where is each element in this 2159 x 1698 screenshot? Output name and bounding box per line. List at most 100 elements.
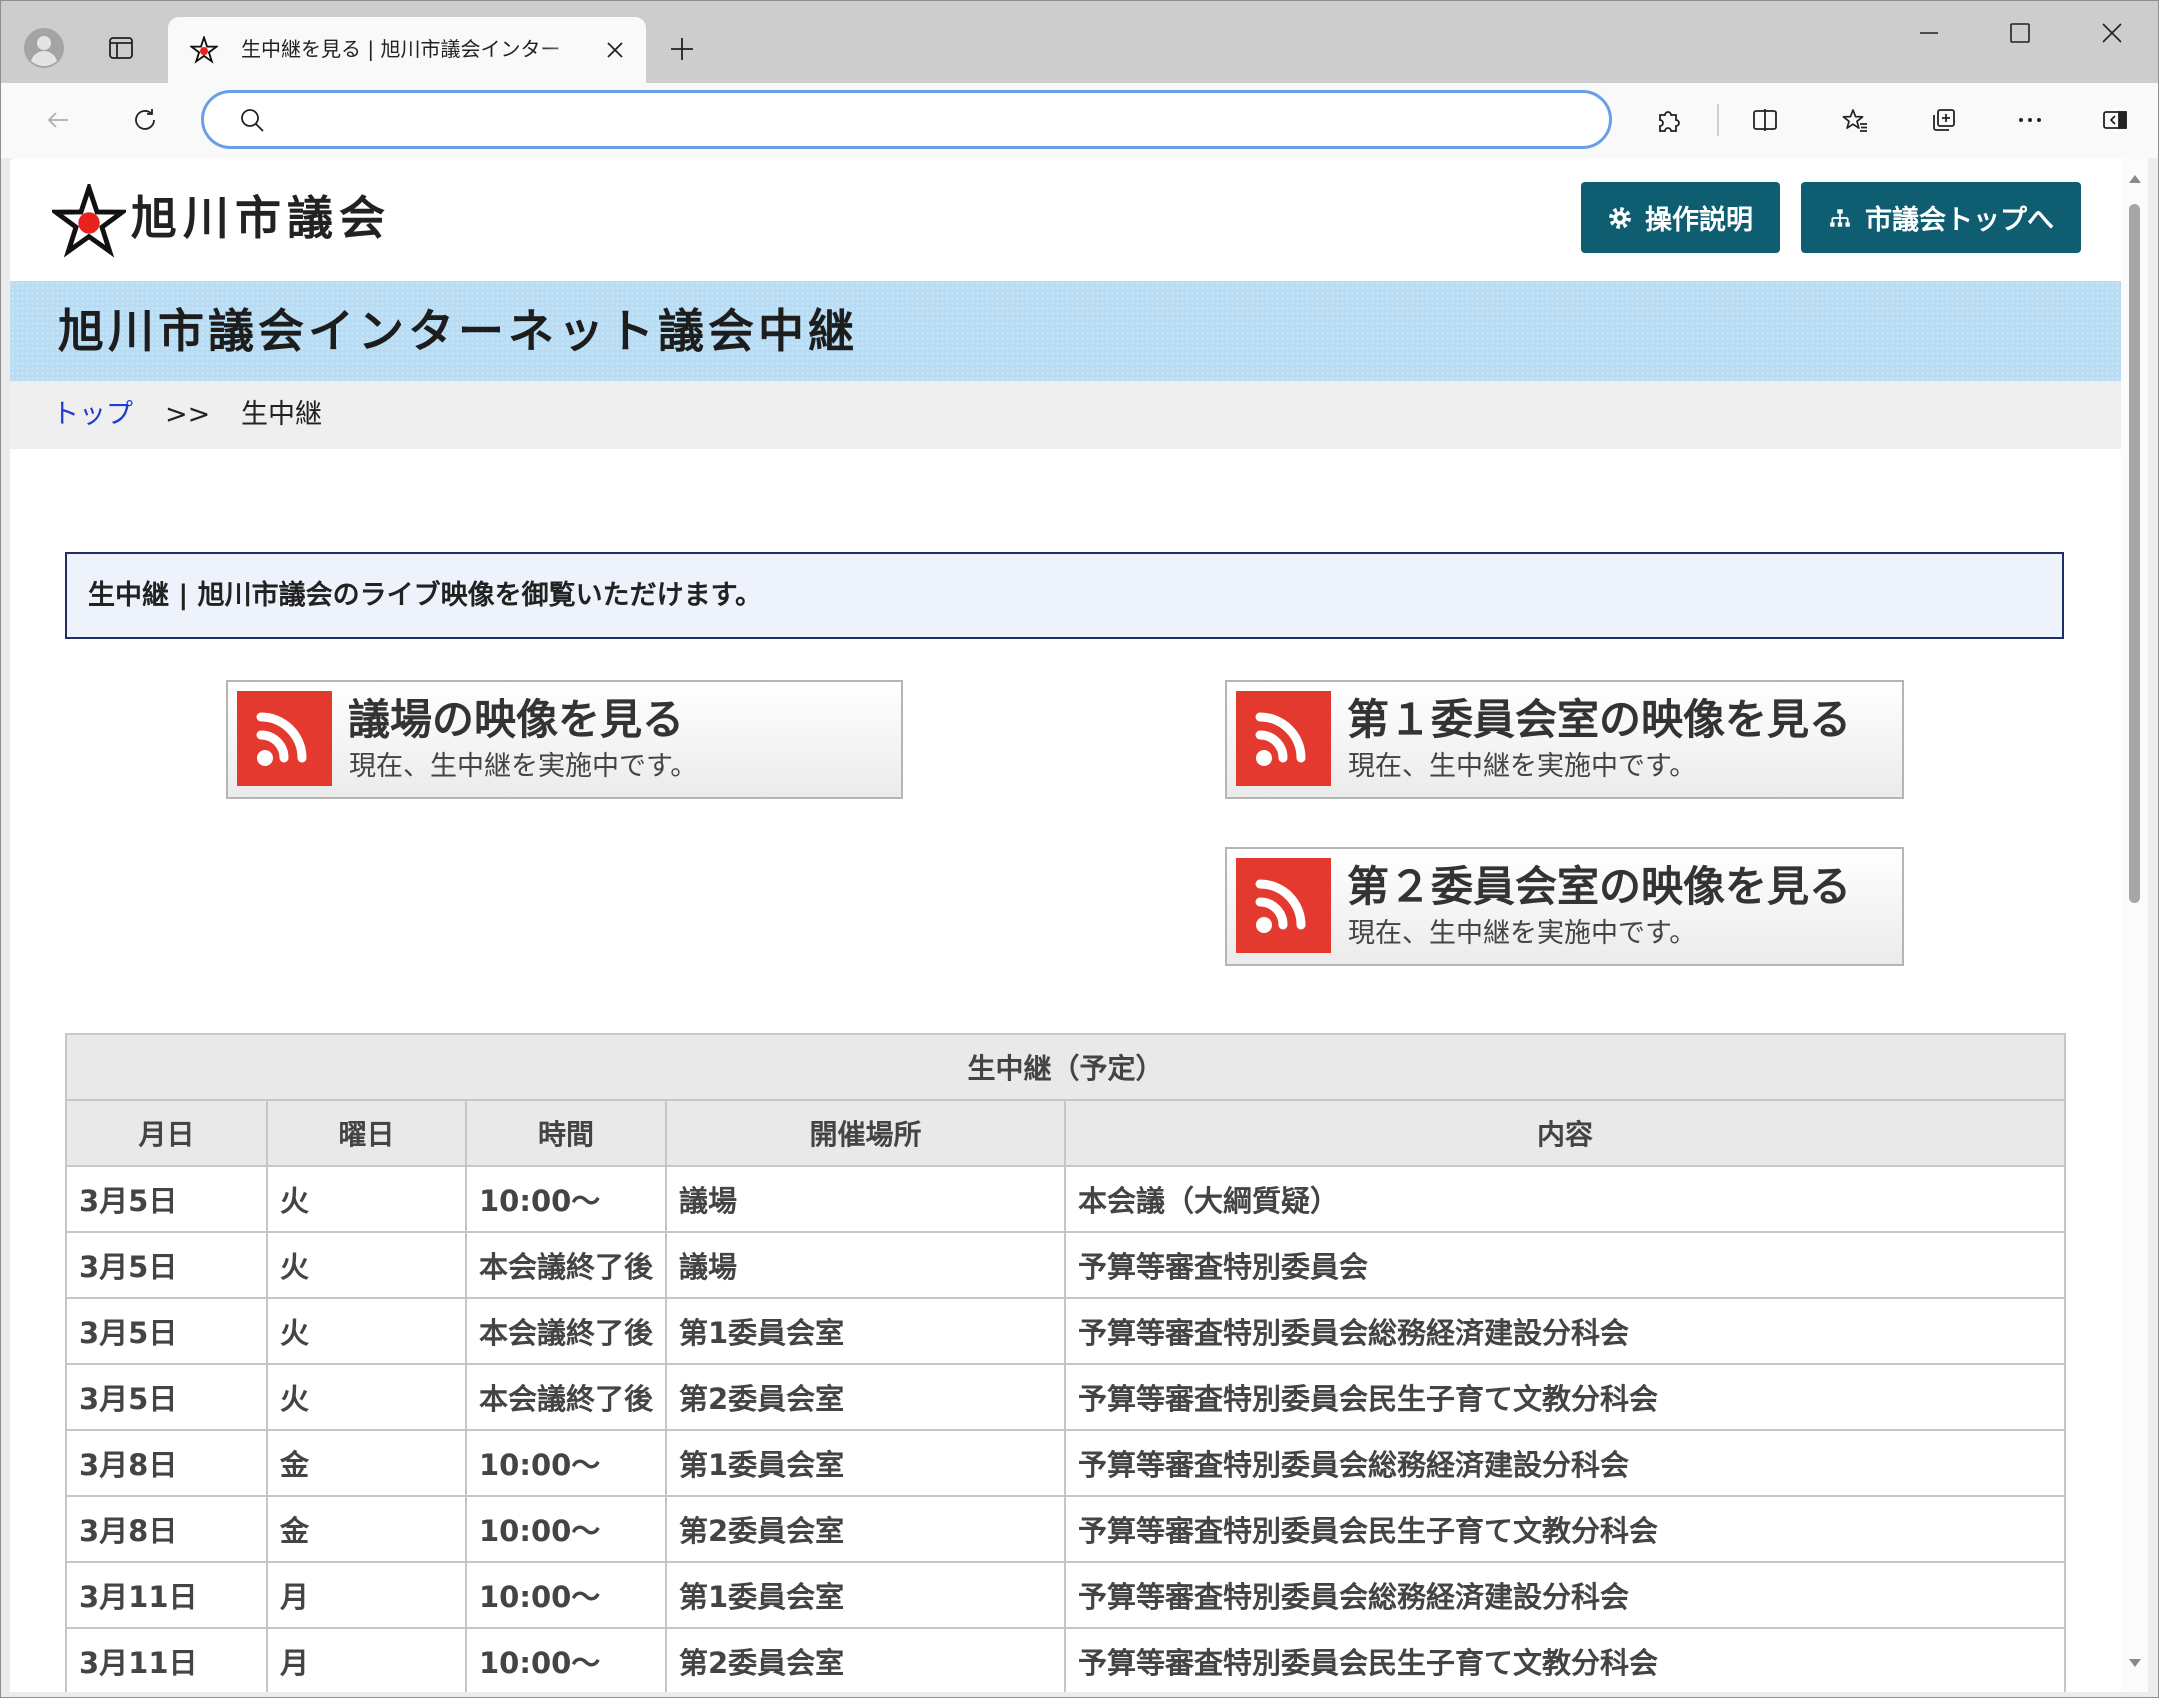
refresh-icon[interactable] [123, 98, 167, 142]
schedule-cell-time: 本会議終了後 [465, 1363, 667, 1431]
schedule-cell-time: 本会議終了後 [465, 1231, 667, 1299]
schedule-body: 3月5日火 10:00～ 議場 本会議（大綱質疑） 3月5日火本会議終了後 議場 予算等審査… [65, 1165, 2067, 1692]
help-button[interactable]: 操作説明 [1581, 182, 1780, 253]
schedule-cell-content: 予算等審査特別委員会総務経済建設分科会 [1063, 1297, 2067, 1365]
live-link-title: 議場の映像を見る [348, 695, 685, 744]
breadcrumb-home-link[interactable]: トップ [52, 381, 133, 449]
puzzle-icon[interactable] [1647, 98, 1691, 142]
address-input[interactable] [284, 101, 1584, 138]
live-link-title: 第２委員会室の映像を見る [1347, 862, 1852, 911]
schedule-cell-weekday: 金 [266, 1429, 467, 1497]
schedule-cell-weekday: 火 [266, 1363, 467, 1431]
schedule-header-row: 月日 曜日 時間 開催場所 内容 [65, 1099, 2067, 1167]
column-header-weekday: 曜日 [266, 1099, 467, 1167]
scroll-up-arrow-icon[interactable] [2127, 172, 2142, 186]
live-link-committee-room-2[interactable]: 第２委員会室の映像を見る 現在、生中継を実施中です。 [1225, 847, 1904, 966]
maximize-icon[interactable] [2007, 20, 2033, 46]
schedule-cell-date: 3月5日 [65, 1297, 268, 1365]
live-link-title: 第１委員会室の映像を見る [1347, 695, 1852, 744]
schedule-cell-time: 10:00～ [465, 1627, 667, 1692]
schedule-cell-weekday: 月 [266, 1561, 467, 1629]
schedule-cell-content: 予算等審査特別委員会総務経済建設分科会 [1063, 1561, 2067, 1629]
rss-icon [237, 691, 332, 786]
split-screen-icon[interactable] [1743, 98, 1787, 142]
schedule-row: 3月8日金 10:00～ 第2委員会室 予算等審査特別委員会民生子育て文教分科会 [65, 1495, 2067, 1563]
schedule-row: 3月8日金 10:00～ 第1委員会室 予算等審査特別委員会総務経済建設分科会 [65, 1429, 2067, 1497]
star-icon [188, 34, 220, 64]
schedule-row: 3月5日火本会議終了後 議場 予算等審査特別委員会 [65, 1231, 2067, 1299]
page-title: 旭川市議会インターネット議会中継 [58, 304, 858, 358]
sitemap-icon [1828, 206, 1852, 230]
live-link-status: 現在、生中継を実施中です。 [1348, 918, 1697, 949]
avatar-icon[interactable] [23, 27, 65, 69]
address-bar[interactable] [201, 90, 1612, 149]
rss-icon [1236, 691, 1331, 786]
page: 旭川市議会 操作説明 市議会トップへ 旭川市議会インターネット議会中継 トップ … [10, 158, 2121, 1692]
schedule-cell-venue: 議場 [665, 1231, 1066, 1299]
page-banner: 旭川市議会インターネット議会中継 [10, 281, 2121, 381]
schedule-cell-time: 10:00～ [465, 1561, 667, 1629]
live-link-status: 現在、生中継を実施中です。 [349, 751, 698, 782]
council-top-button[interactable]: 市議会トップへ [1801, 182, 2081, 253]
live-link-committee-room-1[interactable]: 第１委員会室の映像を見る 現在、生中継を実施中です。 [1225, 680, 1904, 799]
schedule-row: 3月11日月 10:00～ 第1委員会室 予算等審査特別委員会総務経済建設分科会 [65, 1561, 2067, 1629]
breadcrumb-current: 生中継 [241, 399, 322, 430]
collections-icon[interactable] [1921, 98, 1965, 142]
close-icon[interactable] [603, 38, 627, 62]
schedule-cell-venue: 第1委員会室 [665, 1561, 1066, 1629]
schedule-cell-time: 10:00～ [465, 1165, 667, 1233]
help-button-label: 操作説明 [1645, 205, 1753, 236]
live-link-status: 現在、生中継を実施中です。 [1348, 751, 1697, 782]
schedule-cell-venue: 第2委員会室 [665, 1363, 1066, 1431]
plus-icon[interactable] [664, 31, 700, 67]
schedule-cell-date: 3月8日 [65, 1429, 268, 1497]
scrollbar-thumb[interactable] [2129, 204, 2140, 903]
scroll-down-arrow-icon[interactable] [2127, 1656, 2142, 1670]
rss-icon [1236, 858, 1331, 953]
schedule-cell-weekday: 火 [266, 1165, 467, 1233]
vertical-scrollbar[interactable] [2121, 158, 2148, 1692]
window-close-icon[interactable] [2099, 20, 2125, 46]
schedule-cell-time: 本会議終了後 [465, 1297, 667, 1365]
schedule-cell-content: 予算等審査特別委員会総務経済建設分科会 [1063, 1429, 2067, 1497]
active-tab[interactable]: 生中継を見る | 旭川市議会インター [168, 17, 646, 83]
search-icon [238, 106, 266, 134]
minimize-icon[interactable] [1916, 20, 1942, 46]
sidebar-icon[interactable] [2093, 98, 2137, 142]
schedule-cell-weekday: 月 [266, 1627, 467, 1692]
schedule-cell-time: 10:00～ [465, 1429, 667, 1497]
more-icon[interactable] [2008, 98, 2052, 142]
schedule-cell-weekday: 金 [266, 1495, 467, 1563]
schedule-cell-content: 予算等審査特別委員会 [1063, 1231, 2067, 1299]
vertical-tabs-icon[interactable] [101, 28, 141, 68]
schedule-cell-venue: 議場 [665, 1165, 1066, 1233]
star-logo-icon[interactable] [48, 180, 130, 258]
schedule-cell-date: 3月5日 [65, 1363, 268, 1431]
toolbar-separator [1717, 104, 1719, 136]
tab-strip: 生中継を見る | 旭川市議会インター [0, 0, 2159, 83]
schedule-cell-date: 3月11日 [65, 1561, 268, 1629]
live-link-chamber[interactable]: 議場の映像を見る 現在、生中継を実施中です。 [226, 680, 903, 799]
gear-icon [1608, 206, 1632, 230]
schedule-row: 3月11日月 10:00～ 第2委員会室 予算等審査特別委員会民生子育て文教分科会 [65, 1627, 2067, 1692]
schedule-cell-content: 予算等審査特別委員会民生子育て文教分科会 [1063, 1627, 2067, 1692]
council-top-button-label: 市議会トップへ [1865, 205, 2054, 236]
column-header-venue: 開催場所 [665, 1099, 1066, 1167]
tab-title: 生中継を見る | 旭川市議会インター [241, 37, 561, 61]
column-header-time: 時間 [465, 1099, 667, 1167]
column-header-content: 内容 [1063, 1099, 2067, 1167]
site-logo-text[interactable]: 旭川市議会 [131, 190, 391, 246]
schedule-cell-content: 本会議（大綱質疑） [1063, 1165, 2067, 1233]
schedule-row: 3月5日火本会議終了後 第1委員会室 予算等審査特別委員会総務経済建設分科会 [65, 1297, 2067, 1365]
schedule-row: 3月5日火 10:00～ 議場 本会議（大綱質疑） [65, 1165, 2067, 1233]
schedule-cell-date: 3月11日 [65, 1627, 268, 1692]
schedule-cell-venue: 第2委員会室 [665, 1495, 1066, 1563]
arrow-left-icon[interactable] [36, 98, 80, 142]
schedule-cell-time: 10:00～ [465, 1495, 667, 1563]
schedule-cell-venue: 第1委員会室 [665, 1297, 1066, 1365]
schedule-cell-content: 予算等審査特別委員会民生子育て文教分科会 [1063, 1495, 2067, 1563]
breadcrumb-separator: >> [165, 399, 211, 430]
schedule-table: 生中継（予定） 月日 曜日 時間 開催場所 内容 3月5日火 10:00～ 議場 本会… [64, 1033, 2067, 1692]
favorites-star-icon[interactable] [1833, 98, 1877, 142]
schedule-cell-weekday: 火 [266, 1231, 467, 1299]
